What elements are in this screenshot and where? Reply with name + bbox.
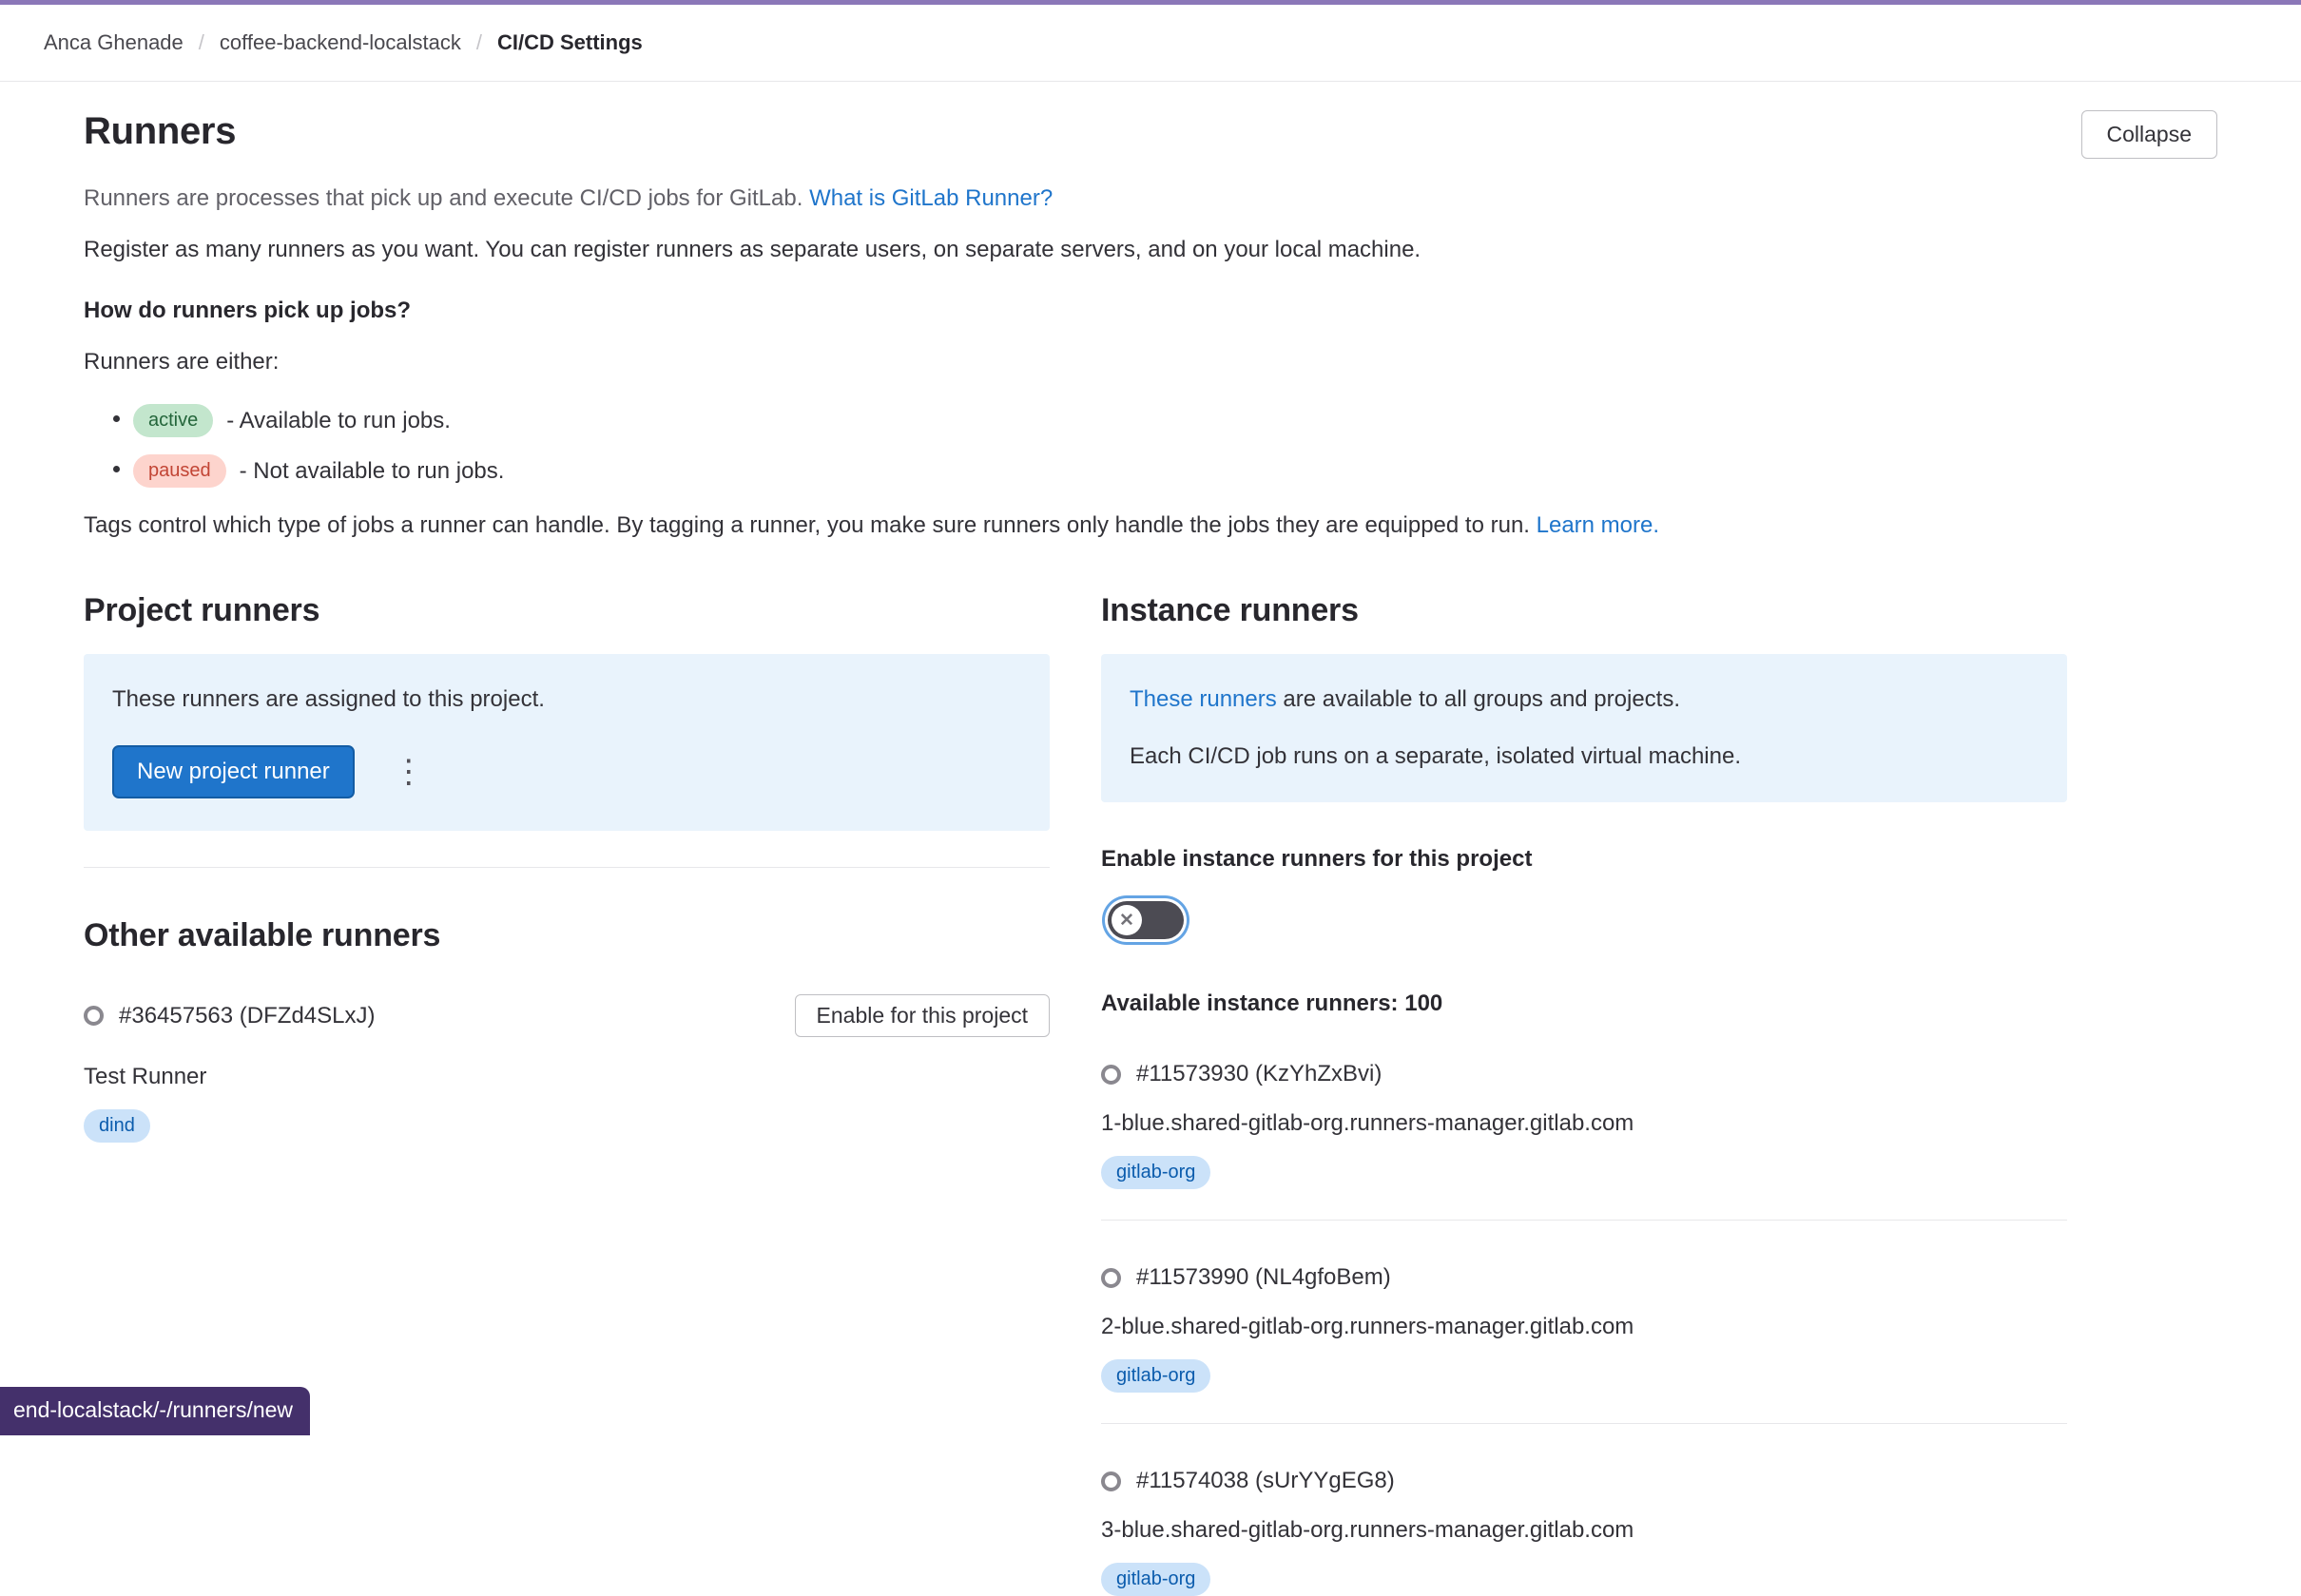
instance-runners-section: Instance runners These runners are avail… <box>1101 592 2067 1596</box>
runner-id-text: #11573990 (NL4gfoBem) <box>1136 1264 1391 1291</box>
breadcrumb-separator: / <box>199 30 204 55</box>
runner-tag-badge: gitlab-org <box>1101 1156 1210 1189</box>
paused-status-text: - Not available to run jobs. <box>240 458 505 485</box>
runners-description: Runners are processes that pick up and e… <box>84 185 2217 212</box>
toggle-thumb: ✕ <box>1112 905 1142 935</box>
active-status-badge: active <box>133 404 213 437</box>
breadcrumb: Anca Ghenade / coffee-backend-localstack… <box>0 5 2301 82</box>
runner-status-icon <box>1101 1268 1121 1288</box>
what-is-gitlab-runner-link[interactable]: What is GitLab Runner? <box>809 185 1053 211</box>
runner-name: Test Runner <box>84 1064 1050 1090</box>
runner-tag-badge: gitlab-org <box>1101 1563 1210 1596</box>
runner-status-icon <box>84 1006 104 1026</box>
enable-for-this-project-button[interactable]: Enable for this project <box>795 994 1050 1037</box>
kebab-menu-icon[interactable]: ⋮ <box>393 756 425 788</box>
active-status-text: - Available to run jobs. <box>226 408 451 434</box>
instance-runners-toggle[interactable]: ✕ <box>1108 901 1184 939</box>
runner-id-text: #11574038 (sUrYYgEG8) <box>1136 1468 1395 1494</box>
page-title: Runners <box>84 110 236 153</box>
tags-description-text: Tags control which type of jobs a runner… <box>84 512 1530 538</box>
instance-runner-item: #11574038 (sUrYYgEG8) 3-blue.shared-gitl… <box>1101 1468 2067 1596</box>
breadcrumb-user[interactable]: Anca Ghenade <box>44 30 184 55</box>
available-runner-row: #36457563 (DFZd4SLxJ) Enable for this pr… <box>84 994 1050 1037</box>
instance-runners-title: Instance runners <box>1101 592 2067 629</box>
list-item: active - Available to run jobs. <box>133 404 2217 437</box>
instance-runners-info-text: are available to all groups and projects… <box>1277 686 1680 712</box>
runner-status-list: active - Available to run jobs. paused -… <box>133 404 2217 488</box>
register-text: Register as many runners as you want. Yo… <box>84 237 2217 263</box>
project-runners-info-box: These runners are assigned to this proje… <box>84 654 1050 831</box>
settings-content: Runners Collapse Runners are processes t… <box>0 82 2301 1596</box>
runner-status-icon <box>1101 1065 1121 1085</box>
project-runners-section: Project runners These runners are assign… <box>84 592 1050 1596</box>
paused-status-badge: paused <box>133 454 226 488</box>
instance-runners-info-line2: Each CI/CD job runs on a separate, isola… <box>1130 743 2039 770</box>
instance-runners-info-line1: These runners are available to all group… <box>1130 686 2039 713</box>
learn-more-link[interactable]: Learn more. <box>1537 512 1659 538</box>
tags-description: Tags control which type of jobs a runner… <box>84 512 2217 539</box>
other-available-runners-title: Other available runners <box>84 917 1050 954</box>
breadcrumb-current-page: CI/CD Settings <box>497 30 643 55</box>
cross-icon: ✕ <box>1119 910 1134 932</box>
breadcrumb-project[interactable]: coffee-backend-localstack <box>220 30 461 55</box>
list-item: paused - Not available to run jobs. <box>133 454 2217 488</box>
available-instance-runners-label: Available instance runners: 100 <box>1101 990 2067 1017</box>
section-divider <box>84 867 1050 868</box>
these-runners-link[interactable]: These runners <box>1130 686 1277 712</box>
new-project-runner-button[interactable]: New project runner <box>112 745 355 798</box>
collapse-button[interactable]: Collapse <box>2081 110 2218 159</box>
enable-instance-runners-label: Enable instance runners for this project <box>1101 846 2067 873</box>
list-divider <box>1101 1220 2067 1221</box>
instance-runner-item: #11573930 (KzYhZxBvi) 1-blue.shared-gitl… <box>1101 1061 2067 1221</box>
runner-tag-badge: dind <box>84 1109 150 1143</box>
runner-id-text: #11573930 (KzYhZxBvi) <box>1136 1061 1382 1087</box>
status-bar-url: end-localstack/-/runners/new <box>0 1387 310 1435</box>
breadcrumb-separator: / <box>476 30 482 55</box>
project-runners-info-text: These runners are assigned to this proje… <box>112 686 1021 713</box>
list-divider <box>1101 1423 2067 1424</box>
runner-host: 1-blue.shared-gitlab-org.runners-manager… <box>1101 1110 2067 1137</box>
runner-host: 2-blue.shared-gitlab-org.runners-manager… <box>1101 1314 2067 1340</box>
project-runners-title: Project runners <box>84 592 1050 629</box>
instance-runners-info-box: These runners are available to all group… <box>1101 654 2067 802</box>
runner-host: 3-blue.shared-gitlab-org.runners-manager… <box>1101 1517 2067 1544</box>
runners-description-text: Runners are processes that pick up and e… <box>84 185 802 211</box>
runner-status-icon <box>1101 1471 1121 1491</box>
instance-runner-item: #11573990 (NL4gfoBem) 2-blue.shared-gitl… <box>1101 1264 2067 1424</box>
runners-are-either-text: Runners are either: <box>84 349 2217 375</box>
how-runners-pick-up-jobs-title: How do runners pick up jobs? <box>84 298 2217 324</box>
runner-tag-badge: gitlab-org <box>1101 1359 1210 1393</box>
runner-id-text: #36457563 (DFZd4SLxJ) <box>119 1003 375 1029</box>
